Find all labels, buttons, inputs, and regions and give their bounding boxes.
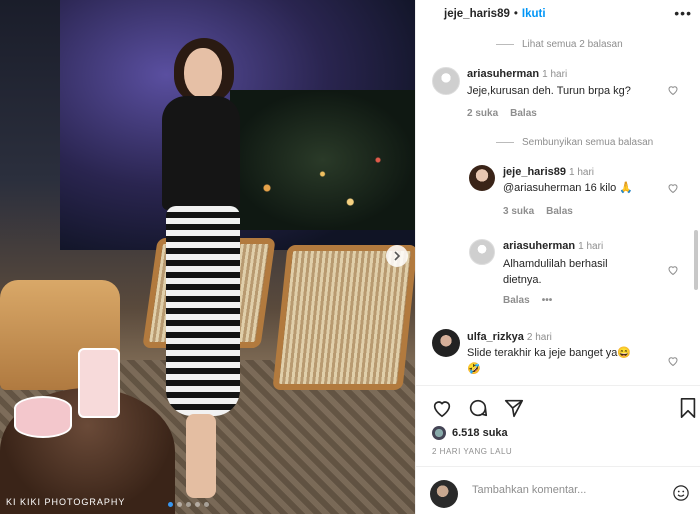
comment-time: 2 hari	[526, 332, 552, 343]
likes-count: 6.518 suka	[452, 427, 508, 439]
comment-username[interactable]: ulfa_rizkya	[467, 331, 524, 343]
comment-username[interactable]: ariasuherman	[467, 68, 539, 80]
comment-header: ariasuherman 1 hari	[503, 240, 603, 252]
heart-icon[interactable]	[667, 84, 681, 98]
carousel-dot	[186, 502, 191, 507]
reply-button[interactable]: Balas	[510, 108, 537, 119]
comment-username[interactable]: jeje_haris89	[503, 166, 566, 178]
hide-replies-toggle[interactable]: Sembunyikan semua balasan	[496, 137, 653, 148]
cake	[14, 396, 72, 438]
comment-header: ariasuherman 1 hari	[467, 68, 567, 80]
view-replies-toggle[interactable]: Lihat semua 2 balasan	[496, 39, 623, 50]
legs	[186, 414, 216, 498]
comment-text-line: Alhamdulilah berhasil	[503, 258, 608, 270]
comment-username[interactable]: ariasuherman	[503, 240, 575, 252]
comment-header: jeje_haris89 1 hari	[503, 166, 594, 178]
comment-meta: 2 suka Balas	[467, 108, 537, 119]
heart-icon[interactable]	[667, 182, 681, 196]
heart-icon[interactable]	[667, 264, 681, 278]
comment-text-line: dietnya.	[503, 274, 542, 286]
likes-row[interactable]: 6.518 suka	[432, 426, 508, 440]
black-top	[162, 96, 240, 210]
avatar[interactable]	[432, 329, 460, 357]
carousel-dots	[168, 502, 209, 507]
avatar[interactable]	[469, 239, 495, 265]
add-comment-row	[416, 470, 700, 514]
comment-icon[interactable]	[466, 396, 490, 420]
comment-time: 1 hari	[578, 241, 604, 252]
photo-watermark: KI KIKI PHOTOGRAPHY	[6, 497, 126, 507]
post-photo[interactable]: KI KIKI PHOTOGRAPHY	[0, 0, 415, 514]
comment-meta: Balas •••	[503, 295, 552, 306]
comment-header: ulfa_rizkya 2 hari	[467, 331, 552, 343]
comment-text: @ariasuherman 16 kilo 🙏	[503, 182, 634, 194]
comment-time: 1 hari	[569, 167, 595, 178]
more-options-icon[interactable]: •••	[674, 5, 692, 21]
add-comment-input[interactable]	[472, 484, 652, 496]
carousel-dot	[204, 502, 209, 507]
rattan-chair	[272, 245, 415, 390]
comment-text: Slide terakhir ka jeje banget ya😄	[467, 347, 632, 359]
view-replies-label: Lihat semua 2 balasan	[522, 39, 623, 50]
carousel-dot	[168, 502, 173, 507]
comment-time: 1 hari	[542, 69, 568, 80]
hide-replies-label: Sembunyikan semua balasan	[522, 137, 654, 148]
cake	[78, 348, 120, 418]
post-date[interactable]: 2 HARI YANG LALU	[432, 447, 512, 456]
bookmark-icon[interactable]	[676, 396, 700, 420]
liker-avatar	[432, 426, 446, 440]
comment-meta: 3 suka Balas	[503, 206, 573, 217]
follow-button[interactable]: Ikuti	[522, 8, 546, 20]
share-icon[interactable]	[502, 396, 526, 420]
carousel-dot	[177, 502, 182, 507]
divider	[416, 385, 700, 386]
header-username[interactable]: jeje_haris89	[444, 8, 510, 20]
reply-button[interactable]: Balas	[546, 206, 573, 217]
comment-text: Jeje,kurusan deh. Turun brpa kg?	[467, 85, 631, 97]
heart-icon[interactable]	[667, 355, 681, 369]
post-header: jeje_haris89 • Ikuti •••	[416, 0, 700, 28]
striped-skirt	[166, 206, 240, 416]
face	[184, 48, 222, 98]
avatar[interactable]	[432, 67, 460, 95]
emoji-icon[interactable]	[672, 484, 690, 505]
reply-button[interactable]: Balas	[503, 295, 530, 306]
comment-likes[interactable]: 2 suka	[467, 108, 498, 119]
avatar	[430, 480, 458, 508]
divider	[416, 466, 700, 467]
person-figure	[162, 38, 244, 498]
avatar[interactable]	[469, 165, 495, 191]
action-bar	[430, 396, 526, 420]
carousel-dot	[195, 502, 200, 507]
city-lights	[230, 90, 415, 230]
heart-icon[interactable]	[430, 396, 454, 420]
chevron-right-icon[interactable]	[386, 245, 408, 267]
scrollbar[interactable]	[694, 230, 698, 290]
more-options-icon[interactable]: •••	[542, 295, 553, 306]
comment-likes[interactable]: 3 suka	[503, 206, 534, 217]
divider-dash	[496, 142, 514, 143]
divider-dash	[496, 44, 514, 45]
header-separator: •	[513, 8, 518, 20]
comment-emoji: 🤣	[467, 363, 481, 375]
